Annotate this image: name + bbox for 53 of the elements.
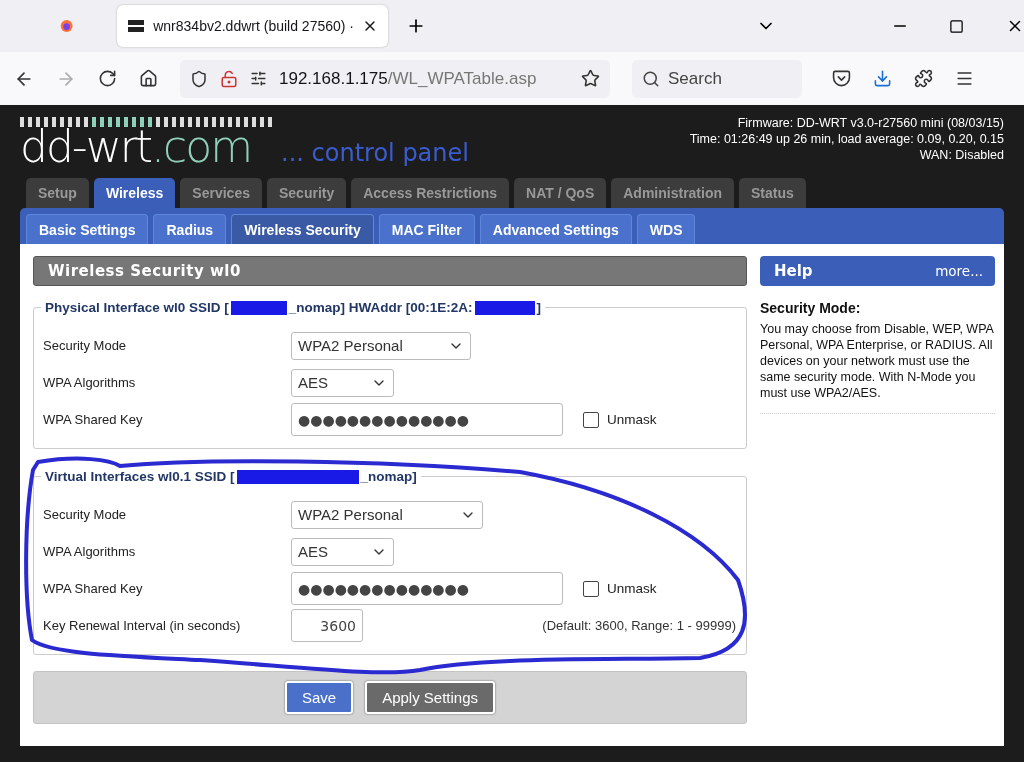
password-field[interactable]: ●●●●●●●●●●●●●●: [291, 403, 563, 436]
group-legend: ]: [536, 300, 542, 315]
group-legend: _nomap]: [360, 469, 417, 484]
select-field[interactable]: AES: [291, 537, 394, 566]
more-link[interactable]: more...: [935, 263, 983, 279]
main-tab[interactable]: Security: [266, 178, 347, 208]
tab-title: wnr834bv2.ddwrt (build 27560) ·: [153, 18, 354, 34]
apply-button[interactable]: Apply Settings: [365, 681, 496, 714]
section-title: Wireless Security wl0: [33, 256, 747, 286]
sub-tab[interactable]: Basic Settings: [26, 214, 149, 244]
field-label: WPA Shared Key: [43, 581, 144, 596]
group-legend: Virtual Interfaces wl0.1 SSID [: [45, 469, 235, 484]
unmask-label: Unmask: [607, 412, 657, 427]
logo: dd-wrt.com: [20, 129, 252, 165]
browser-tab[interactable]: wnr834bv2.ddwrt (build 27560) ·: [117, 5, 388, 47]
main-tab[interactable]: Status: [739, 178, 806, 208]
field-label: Key Renewal Interval (in seconds): [43, 618, 242, 633]
field-label: WPA Algorithms: [43, 375, 137, 390]
status-line: WAN: Disabled: [918, 147, 1004, 163]
field-label: WPA Shared Key: [43, 412, 144, 427]
select-field[interactable]: WPA2 Personal: [291, 500, 483, 529]
sub-tab[interactable]: MAC Filter: [378, 214, 475, 244]
group-legend: _nomap] HWAddr [00:1E:2A:: [288, 300, 473, 315]
save-button[interactable]: Save: [284, 681, 354, 714]
field-label: Security Mode: [43, 338, 128, 353]
group-legend: Physical Interface wl0 SSID [: [45, 300, 229, 315]
select-field[interactable]: WPA2 Personal: [291, 331, 471, 360]
password-field[interactable]: ●●●●●●●●●●●●●●: [291, 572, 563, 605]
field-label: Security Mode: [43, 507, 128, 522]
sub-tab[interactable]: Advanced Settings: [479, 214, 632, 244]
url-text: 192.168.1.175/WL_WPATable.asp: [279, 68, 537, 89]
sub-tab[interactable]: Wireless Security: [231, 214, 374, 244]
help-text: You may choose from Disable, WEP, WPA Personal, WPA Enterprise, or RADIUS. All devices on your network must use the same security mode. With N-Mode you must use WPA2/AES.: [760, 321, 995, 414]
main-tab[interactable]: Administration: [611, 178, 735, 208]
interval-field[interactable]: 3600: [291, 609, 363, 642]
search-field[interactable]: Search: [632, 59, 802, 98]
field-label: WPA Algorithms: [43, 544, 137, 559]
main-tab[interactable]: Setup: [26, 178, 89, 208]
select-field[interactable]: AES: [291, 368, 394, 397]
unmask-label: Unmask: [607, 581, 657, 596]
tagline: ... control panel: [281, 141, 469, 165]
main-tab[interactable]: Access Restrictions: [351, 178, 510, 208]
help-title: Help: [774, 262, 813, 280]
sub-tab[interactable]: Radius: [153, 214, 227, 244]
address-bar[interactable]: 192.168.1.175/WL_WPATable.asp: [180, 59, 610, 98]
sub-tab[interactable]: WDS: [636, 214, 696, 244]
main-tab[interactable]: NAT / QoS: [514, 178, 607, 208]
range-hint: (Default: 3600, Range: 1 - 99999): [542, 618, 736, 633]
status-line: Firmware: DD-WRT v3.0-r27560 mini (08/03/15): [736, 115, 1004, 131]
main-tab[interactable]: Wireless: [93, 178, 176, 208]
status-line: Time: 01:26:49 up 26 min, load average: 0.09, 0.20, 0.15: [689, 131, 1004, 147]
help-heading: Security Mode:: [760, 300, 862, 316]
main-tab[interactable]: Services: [180, 178, 262, 208]
